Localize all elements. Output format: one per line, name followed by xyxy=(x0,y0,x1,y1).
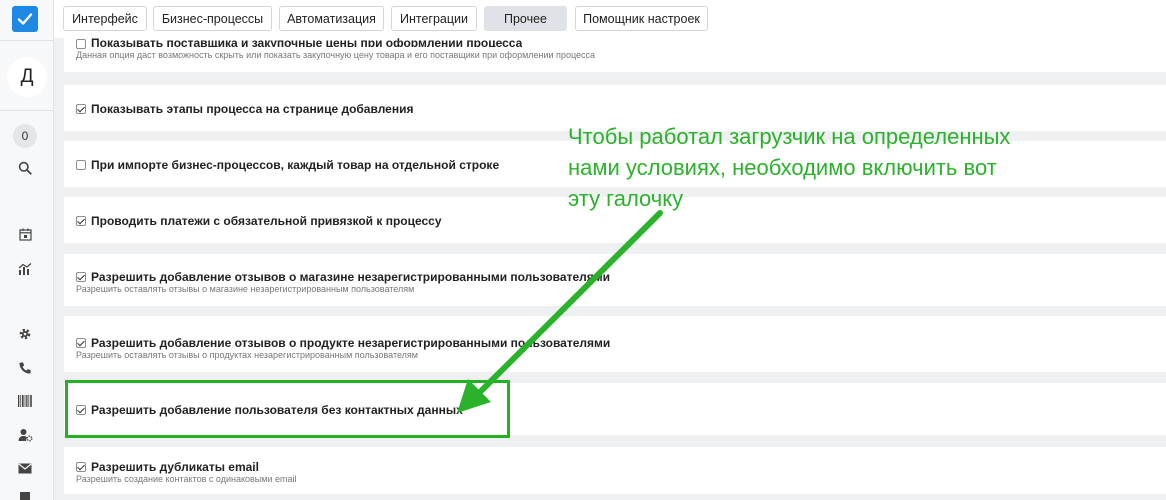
sidebar-divider xyxy=(0,40,54,41)
sidebar-divider xyxy=(0,110,54,111)
setting-checkbox[interactable] xyxy=(76,216,86,226)
phone-icon[interactable] xyxy=(17,360,33,376)
setting-row-shop-reviews: Разрешить добавление отзывов о магазине … xyxy=(64,254,1166,306)
tab-automation[interactable]: Автоматизация xyxy=(279,6,384,31)
calendar-icon[interactable] xyxy=(17,226,33,242)
setting-row-duplicate-email: Разрешить дубликаты email Разрешить созд… xyxy=(64,447,1166,494)
gear-icon[interactable] xyxy=(17,326,33,342)
setting-checkbox[interactable] xyxy=(76,160,86,170)
avatar[interactable]: Д xyxy=(7,57,47,97)
app-logo[interactable] xyxy=(12,6,38,32)
setting-description: Данная опция даст возможность скрыть или… xyxy=(76,50,596,60)
chart-icon[interactable] xyxy=(17,261,33,277)
setting-label: Разрешить добавление отзывов о продукте … xyxy=(91,336,611,350)
setting-label: Показывать поставщика и закупочные цены … xyxy=(91,38,523,47)
setting-description: Разрешить оставлять отзывы о продуктах н… xyxy=(76,350,418,360)
annotation-line: нами условиях, необходимо включить вот xyxy=(568,155,997,180)
top-tab-bar: Интерфейс Бизнес-процессы Автоматизация … xyxy=(54,0,1166,38)
setting-checkbox[interactable] xyxy=(76,39,86,49)
setting-row-product-reviews: Разрешить добавление отзывов о продукте … xyxy=(64,316,1166,372)
setting-label: Разрешить добавление отзывов о магазине … xyxy=(91,270,610,284)
user-settings-icon[interactable] xyxy=(17,427,33,443)
annotation-line: эту галочку xyxy=(568,186,684,211)
tab-settings-assistant[interactable]: Помощник настроек xyxy=(575,6,708,31)
setting-checkbox[interactable] xyxy=(76,338,86,348)
setting-description: Разрешить создание контактов с одинаковы… xyxy=(76,474,297,484)
setting-row-show-supplier: Показывать поставщика и закупочные цены … xyxy=(64,38,1166,72)
tab-integrations[interactable]: Интеграции xyxy=(391,6,477,31)
setting-label: Разрешить дубликаты email xyxy=(91,460,259,474)
sidebar: Д 0 xyxy=(0,0,54,500)
highlight-box xyxy=(65,380,510,438)
barcode-icon[interactable] xyxy=(17,393,33,409)
annotation-text: Чтобы работал загрузчик на определенных … xyxy=(568,121,1068,214)
setting-checkbox[interactable] xyxy=(76,104,86,114)
search-icon[interactable] xyxy=(17,160,33,176)
checkmark-logo-icon xyxy=(17,13,33,25)
tab-other[interactable]: Прочее xyxy=(484,6,567,31)
tab-business-processes[interactable]: Бизнес-процессы xyxy=(153,6,272,31)
setting-checkbox[interactable] xyxy=(76,462,86,472)
setting-label: Проводить платежи с обязательной привязк… xyxy=(91,214,442,228)
setting-checkbox[interactable] xyxy=(76,272,86,282)
mail-icon[interactable] xyxy=(17,460,33,476)
annotation-line: Чтобы работал загрузчик на определенных xyxy=(568,124,1011,149)
setting-description: Разрешить оставлять отзывы о магазине не… xyxy=(76,284,415,294)
notification-counter[interactable]: 0 xyxy=(13,124,37,148)
tab-interface[interactable]: Интерфейс xyxy=(63,6,147,31)
setting-label: При импорте бизнес-процессов, каждый тов… xyxy=(91,158,500,172)
setting-label: Показывать этапы процесса на странице до… xyxy=(91,102,414,116)
more-icon[interactable] xyxy=(20,492,30,500)
